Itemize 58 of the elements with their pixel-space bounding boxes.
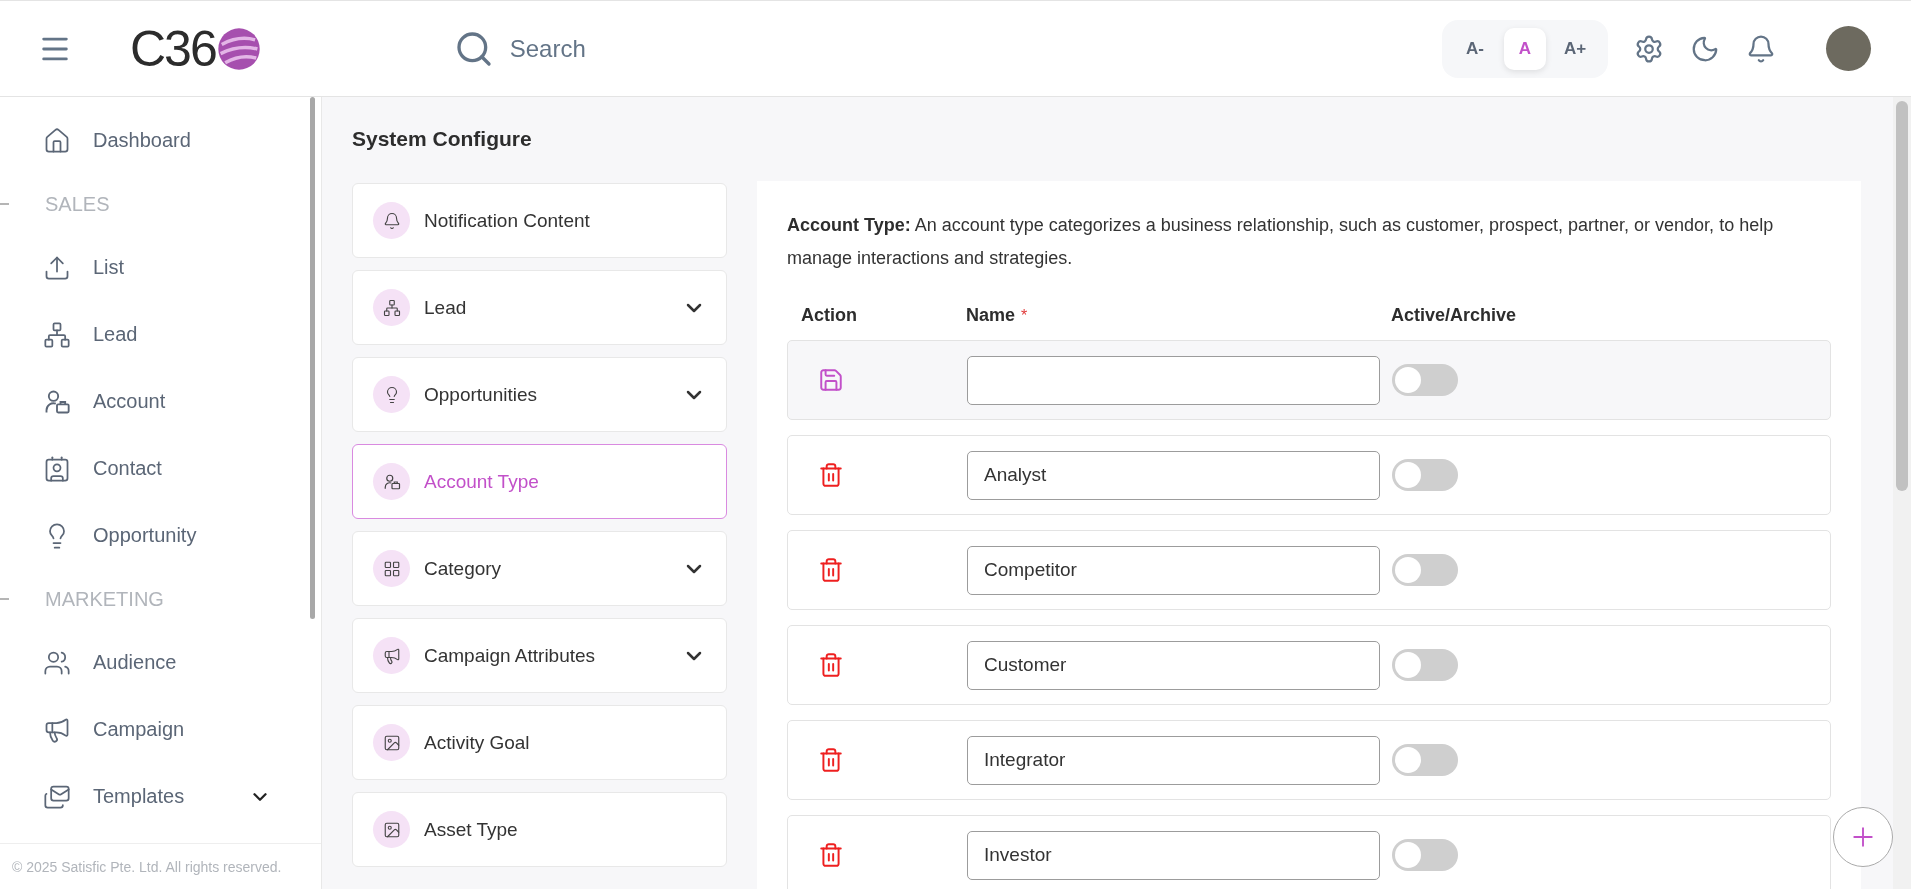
logo-text: C36 — [130, 23, 216, 74]
sidebar-item[interactable]: Campaign — [0, 696, 321, 763]
name-field[interactable]: Analyst — [967, 450, 1380, 500]
sidebar-item[interactable]: Audience — [0, 629, 321, 696]
config-menu-item[interactable]: Lead — [352, 270, 727, 345]
config-menu-item[interactable]: Campaign Attributes — [352, 618, 727, 693]
avatar[interactable] — [1826, 26, 1871, 71]
font-size-button[interactable]: A- — [1454, 27, 1496, 70]
font-size-button[interactable]: A — [1504, 27, 1546, 70]
sidebar-item[interactable]: Opportunity — [0, 502, 321, 569]
name-field[interactable]: Integrator — [967, 735, 1380, 785]
section-label: SALES — [45, 192, 110, 216]
network-icon — [43, 320, 71, 349]
network-icon — [382, 298, 401, 317]
config-menu-item[interactable]: Category — [352, 531, 727, 606]
name-field[interactable]: Competitor — [967, 545, 1380, 595]
notification-button[interactable] — [1746, 33, 1776, 64]
person-briefcase-icon — [382, 472, 401, 491]
column-header: Action — [801, 305, 857, 325]
grid-icon — [382, 559, 401, 578]
font-size-button[interactable]: A+ — [1554, 27, 1596, 70]
column-header: Active/Archive — [1391, 305, 1517, 325]
house-icon — [43, 126, 71, 155]
config-menu-item[interactable]: Account Type — [352, 444, 727, 519]
copyright-text: © 2025 Satisfic Pte. Ltd. All rights reserved. — [0, 843, 321, 889]
scrollbar[interactable] — [1896, 101, 1908, 491]
active-toggle[interactable] — [1392, 744, 1458, 776]
active-toggle[interactable] — [1392, 459, 1458, 491]
description-text: Account Type: An account type categorizes a business relationship, such as customer, prospect, partner, or vendor, to help manage interactions and strategies. — [787, 214, 1775, 270]
config-menu-item[interactable]: Notification Content — [352, 183, 727, 258]
config-menu-item[interactable]: Asset Type — [352, 792, 727, 867]
active-toggle[interactable] — [1392, 554, 1458, 586]
megaphone-icon — [382, 646, 401, 665]
name-field[interactable] — [967, 355, 1380, 405]
section-label: MARKETING — [45, 587, 164, 611]
image-icon — [382, 820, 401, 839]
logo-globe-icon — [215, 25, 262, 72]
config-menu-item[interactable]: Activity Goal — [352, 705, 727, 780]
required-mark: * — [1021, 307, 1028, 324]
sidebar-item[interactable]: Dashboard — [0, 107, 321, 174]
bell-icon — [382, 211, 401, 230]
sidebar-item[interactable]: Lead — [0, 301, 321, 368]
settings-button[interactable] — [1634, 33, 1664, 64]
contact-card-icon — [43, 454, 71, 483]
sidebar-item[interactable]: Account — [0, 368, 321, 435]
column-header: Name — [966, 305, 1016, 325]
config-menu-item[interactable]: Opportunities — [352, 357, 727, 432]
name-field[interactable]: Investor — [967, 830, 1380, 880]
scrollbar[interactable] — [310, 97, 315, 619]
active-toggle[interactable] — [1392, 649, 1458, 681]
active-toggle[interactable] — [1392, 364, 1458, 396]
active-toggle[interactable] — [1392, 839, 1458, 871]
image-icon — [382, 733, 401, 752]
sidebar-item[interactable]: Templates — [0, 763, 321, 830]
page-title: System Configure — [352, 127, 533, 151]
sidebar-item[interactable]: Contact — [0, 435, 321, 502]
sidebar-item[interactable]: List — [0, 234, 321, 301]
name-field[interactable]: Customer — [967, 640, 1380, 690]
